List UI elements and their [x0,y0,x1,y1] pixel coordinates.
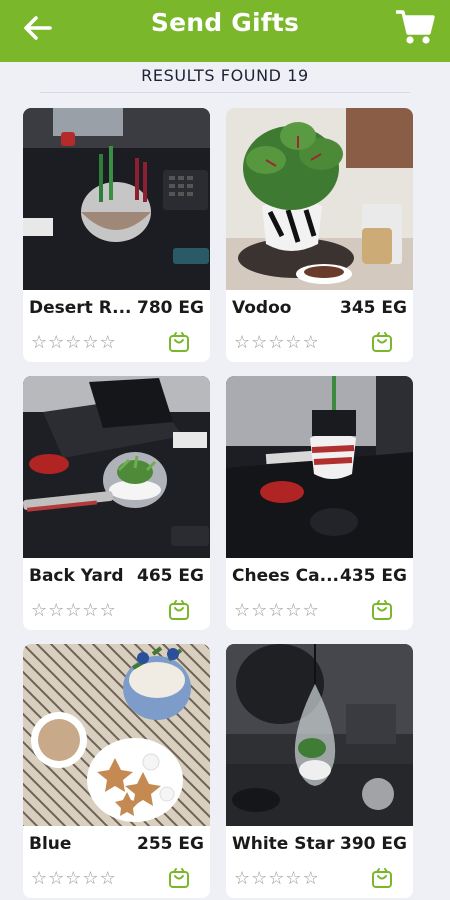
star-outline-icon: ☆ [48,332,65,353]
product-name: White Star [232,834,335,854]
star-outline-icon: ☆ [99,868,116,889]
star-outline-icon: ☆ [82,332,99,353]
star-outline-icon: ☆ [268,600,285,621]
product-photo [226,376,413,558]
star-outline-icon: ☆ [31,868,48,889]
product-name: Chees Ca... [232,566,339,586]
star-outline-icon: ☆ [285,600,302,621]
results-count: RESULTS FOUND 19 [141,66,309,85]
star-outline-icon: ☆ [48,868,65,889]
product-photo [23,376,210,558]
star-outline-icon: ☆ [285,332,302,353]
shopping-basket-icon [169,332,189,352]
star-outline-icon: ☆ [99,332,116,353]
rating-stars: ☆ ☆ ☆ ☆ ☆ [31,870,116,888]
product-price: 390 EG [340,834,407,854]
star-outline-icon: ☆ [234,332,251,353]
product-card[interactable]: White Star 390 EG ☆ ☆ ☆ ☆ ☆ [226,644,413,898]
star-outline-icon: ☆ [48,600,65,621]
star-outline-icon: ☆ [251,868,268,889]
product-name: Blue [29,834,72,854]
app-header: Send Gifts [0,0,450,62]
star-outline-icon: ☆ [65,332,82,353]
shopping-basket-icon [372,600,392,620]
star-outline-icon: ☆ [302,332,319,353]
shopping-basket-icon [169,868,189,888]
rating-stars: ☆ ☆ ☆ ☆ ☆ [234,870,319,888]
star-outline-icon: ☆ [268,868,285,889]
star-outline-icon: ☆ [234,868,251,889]
shopping-cart-icon [396,10,435,44]
add-to-basket-button[interactable] [168,331,190,353]
star-outline-icon: ☆ [82,600,99,621]
shopping-basket-icon [372,868,392,888]
page-title: Send Gifts [150,8,300,37]
product-name: Vodoo [232,298,292,318]
star-outline-icon: ☆ [234,600,251,621]
star-outline-icon: ☆ [251,600,268,621]
add-to-basket-button[interactable] [371,867,393,889]
product-card[interactable]: Back Yard 465 EG ☆ ☆ ☆ ☆ ☆ [23,376,210,630]
product-card[interactable]: Blue 255 EG ☆ ☆ ☆ ☆ ☆ [23,644,210,898]
add-to-basket-button[interactable] [371,331,393,353]
add-to-basket-button[interactable] [168,599,190,621]
rating-stars: ☆ ☆ ☆ ☆ ☆ [31,602,116,620]
star-outline-icon: ☆ [65,868,82,889]
star-outline-icon: ☆ [285,868,302,889]
product-card[interactable]: Vodoo 345 EG ☆ ☆ ☆ ☆ ☆ [226,108,413,362]
product-name: Desert R... [29,298,132,318]
star-outline-icon: ☆ [31,600,48,621]
divider [40,92,410,93]
rating-stars: ☆ ☆ ☆ ☆ ☆ [234,602,319,620]
product-name: Back Yard [29,566,124,586]
product-photo [23,108,210,290]
star-outline-icon: ☆ [268,332,285,353]
star-outline-icon: ☆ [82,868,99,889]
product-photo [23,644,210,826]
rating-stars: ☆ ☆ ☆ ☆ ☆ [31,334,116,352]
add-to-basket-button[interactable] [168,867,190,889]
product-photo [226,108,413,290]
product-price: 255 EG [137,834,204,854]
star-outline-icon: ☆ [99,600,116,621]
star-outline-icon: ☆ [302,868,319,889]
shopping-basket-icon [169,600,189,620]
product-price: 780 EG [137,298,204,318]
product-photo [226,644,413,826]
star-outline-icon: ☆ [31,332,48,353]
star-outline-icon: ☆ [302,600,319,621]
product-card[interactable]: Chees Ca... 435 EG ☆ ☆ ☆ ☆ ☆ [226,376,413,630]
product-price: 465 EG [137,566,204,586]
product-price: 435 EG [340,566,407,586]
rating-stars: ☆ ☆ ☆ ☆ ☆ [234,334,319,352]
star-outline-icon: ☆ [251,332,268,353]
add-to-basket-button[interactable] [371,599,393,621]
star-outline-icon: ☆ [65,600,82,621]
product-card[interactable]: Desert R... 780 EG ☆ ☆ ☆ ☆ ☆ [23,108,210,362]
cart-button[interactable] [394,6,436,48]
shopping-basket-icon [372,332,392,352]
product-price: 345 EG [340,298,407,318]
